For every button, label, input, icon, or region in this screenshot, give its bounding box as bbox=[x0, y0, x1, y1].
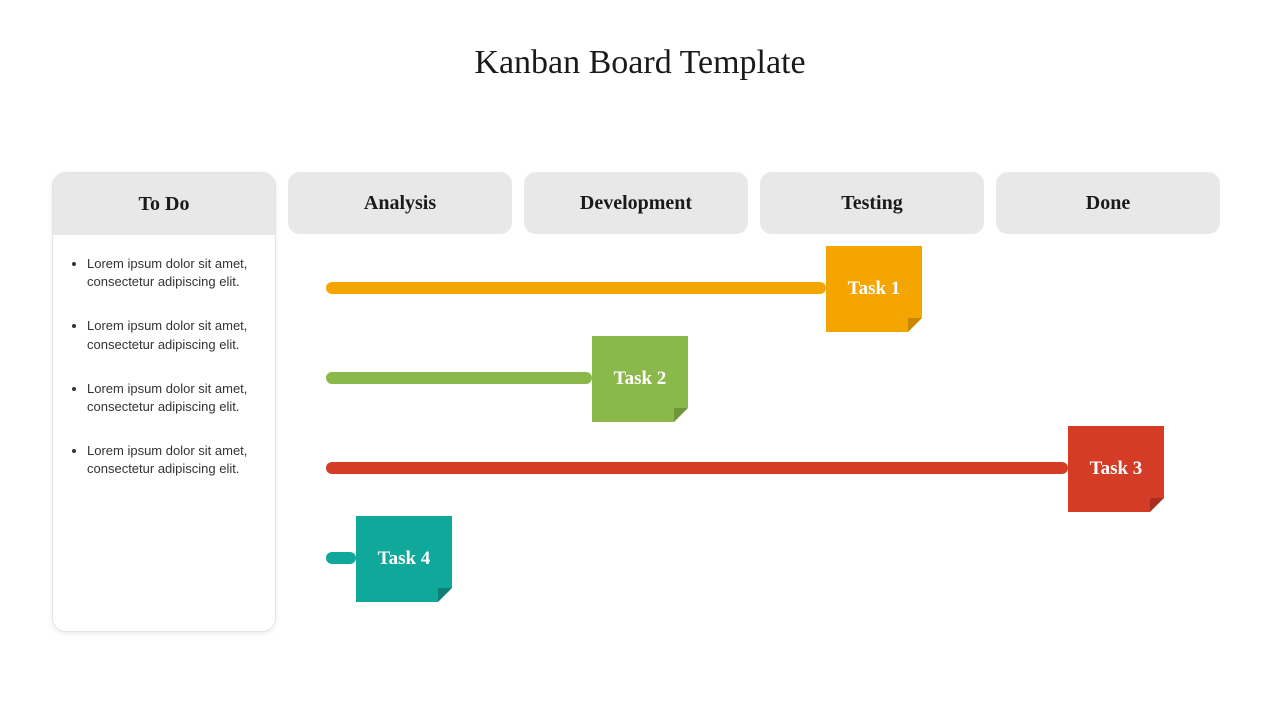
fold-corner-icon bbox=[438, 588, 452, 602]
task-label: Task 4 bbox=[378, 548, 431, 570]
task-label: Task 3 bbox=[1090, 458, 1143, 480]
task-label: Task 1 bbox=[848, 278, 901, 300]
list-item: Lorem ipsum dolor sit amet, consectetur … bbox=[87, 255, 253, 291]
fold-corner-icon bbox=[674, 408, 688, 422]
task-label: Task 2 bbox=[614, 368, 667, 390]
task-row-2: Task 2 bbox=[288, 332, 1228, 422]
tasks-area: Task 1 Task 2 Task 3 Task 4 bbox=[288, 242, 1228, 602]
task-row-4: Task 4 bbox=[288, 512, 1228, 602]
task-bar bbox=[326, 462, 1068, 474]
kanban-board: To Do Lorem ipsum dolor sit amet, consec… bbox=[52, 172, 1228, 234]
page-title: Kanban Board Template bbox=[0, 0, 1280, 82]
column-header-done: Done bbox=[996, 172, 1220, 234]
task-bar bbox=[326, 282, 826, 294]
todo-panel: To Do Lorem ipsum dolor sit amet, consec… bbox=[52, 172, 276, 632]
task-card-3[interactable]: Task 3 bbox=[1068, 426, 1164, 512]
column-header-development: Development bbox=[524, 172, 748, 234]
column-header-analysis: Analysis bbox=[288, 172, 512, 234]
list-item: Lorem ipsum dolor sit amet, consectetur … bbox=[87, 442, 253, 478]
column-header-testing: Testing bbox=[760, 172, 984, 234]
list-item: Lorem ipsum dolor sit amet, consectetur … bbox=[87, 380, 253, 416]
task-row-3: Task 3 bbox=[288, 422, 1228, 512]
task-card-1[interactable]: Task 1 bbox=[826, 246, 922, 332]
task-card-2[interactable]: Task 2 bbox=[592, 336, 688, 422]
fold-corner-icon bbox=[1150, 498, 1164, 512]
task-card-4[interactable]: Task 4 bbox=[356, 516, 452, 602]
fold-corner-icon bbox=[908, 318, 922, 332]
todo-list: Lorem ipsum dolor sit amet, consectetur … bbox=[53, 235, 275, 479]
task-bar bbox=[326, 552, 356, 564]
column-header-todo: To Do bbox=[53, 173, 275, 235]
task-row-1: Task 1 bbox=[288, 242, 1228, 332]
task-bar bbox=[326, 372, 592, 384]
list-item: Lorem ipsum dolor sit amet, consectetur … bbox=[87, 317, 253, 353]
